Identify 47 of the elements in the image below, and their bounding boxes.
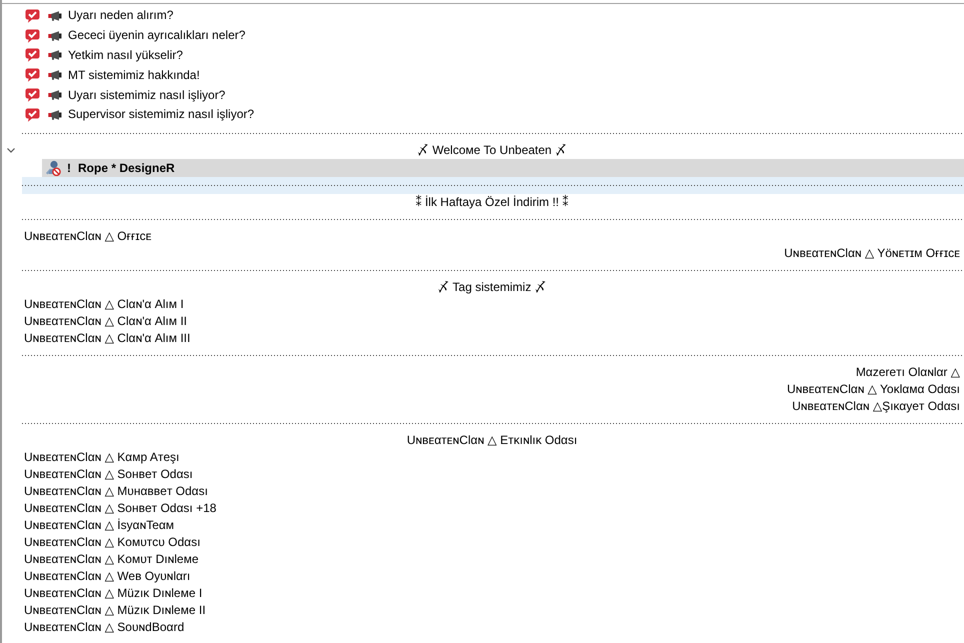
channel-name[interactable]: UɴʙᴇαᴛᴇɴClαɴ △ Oғғɪcᴇ <box>24 228 152 244</box>
channel-name[interactable]: UɴʙᴇαᴛᴇɴClαɴ △ Mυнαʙʙeᴛ Odαsı <box>24 484 208 499</box>
chevron-down-icon[interactable] <box>6 148 14 153</box>
channel-name[interactable]: Yetkim nasıl yükselir? <box>68 48 183 63</box>
speech-bubble-check-icon <box>25 8 40 23</box>
channel-name[interactable]: UɴʙᴇαᴛᴇɴClαɴ △ Weʙ Oyυɴlαrı <box>24 568 190 584</box>
channel-name[interactable]: UɴʙᴇαᴛᴇɴClαɴ △ Soнʙeᴛ Odαsı <box>24 466 193 482</box>
speech-bubble-check-icon <box>25 108 40 122</box>
channel-name[interactable]: UɴʙᴇαᴛᴇɴClαɴ △ Eᴛκıɴlıκ Odαsı <box>406 432 578 448</box>
channel-name[interactable]: UɴʙᴇαᴛᴇɴClαɴ △ Clαɴ'α Alıм I <box>24 296 184 312</box>
channel-name[interactable]: UɴʙᴇαᴛᴇɴClαɴ △ Clαɴ'α Alıм II <box>24 314 188 329</box>
channel-name[interactable]: UɴʙᴇαᴛᴇɴClαɴ △ Müzıκ Dıɴleмe II <box>24 602 206 618</box>
channel-name[interactable]: UɴʙᴇαᴛᴇɴClαɴ △ Clαɴ'α Alıм III <box>24 330 190 346</box>
channel-name[interactable]: Uyarı neden alırım? <box>68 8 174 24</box>
client-prefix: ! <box>67 160 71 175</box>
megaphone-icon <box>48 50 62 60</box>
client-row[interactable]: ! Rope * DesigneR <box>42 158 964 177</box>
channel-name[interactable]: Gececi üyenin ayrıcalıkları neler? <box>68 28 246 44</box>
channel-name[interactable]: Uyarı sistemimiz nasıl işliyor? <box>68 88 226 103</box>
channel-name[interactable]: UɴʙᴇαᴛᴇɴClαɴ △ Kαмp Aᴛeşı <box>24 450 180 465</box>
megaphone-icon <box>48 10 62 21</box>
channel-name[interactable]: UɴʙᴇαᴛᴇɴClαɴ △ SoυɴdBoαrd <box>24 620 184 635</box>
megaphone-icon <box>48 30 62 41</box>
channel-name[interactable]: UɴʙᴇαᴛᴇɴClαɴ △Şıκαyeᴛ Odαsı <box>792 398 960 414</box>
megaphone-icon <box>48 90 62 100</box>
speech-bubble-check-icon <box>25 88 40 102</box>
channel-name[interactable]: UɴʙᴇαᴛᴇɴClαɴ △ Müzıκ Dıɴleмe I <box>24 586 202 601</box>
channel-name[interactable]: UɴʙᴇαᴛᴇɴClαɴ △ Yöɴᴇᴛɪᴍ Oғғɪcᴇ <box>784 246 960 261</box>
megaphone-icon <box>48 110 62 120</box>
channel-name[interactable]: Mαzereᴛı Olαɴlαr △ <box>856 364 960 380</box>
channel-name[interactable]: 〆 Tag sistemimiz 〆 <box>437 280 547 295</box>
spacer-channel[interactable] <box>22 176 964 194</box>
channel-name[interactable]: UɴʙᴇαᴛᴇɴClαɴ △ Koмυᴛcυ Odαsı <box>24 534 200 550</box>
megaphone-icon <box>48 70 62 80</box>
person-with-no-sign-icon <box>45 160 61 176</box>
channel-name[interactable]: Supervisor sistemimiz nasıl işliyor? <box>68 107 254 122</box>
channel-name[interactable]: 〆 Welcoмe To Unbeaten 〆 <box>417 142 567 158</box>
channel-name[interactable]: UɴʙᴇαᴛᴇɴClαɴ △ İsyαɴTeαм <box>24 518 174 533</box>
channel-name[interactable]: UɴʙᴇαᴛᴇɴClαɴ △ Koмυᴛ Dıɴleмe <box>24 552 199 567</box>
speech-bubble-check-icon <box>25 28 40 43</box>
channel-name[interactable]: UɴʙᴇαᴛᴇɴClαɴ △ Soнʙeᴛ Odαsı +18 <box>24 500 216 516</box>
channel-name[interactable]: UɴʙᴇαᴛᴇɴClαɴ △ Yoκlαмα Odαsı <box>786 382 960 397</box>
channel-name[interactable]: MT sistemimiz hakkında! <box>68 68 200 83</box>
client-name: Rope * DesigneR <box>78 160 175 175</box>
speech-bubble-check-icon <box>25 48 40 62</box>
speech-bubble-check-icon <box>25 68 40 82</box>
channel-name[interactable]: ⁑ İlk Haftaya Özel İndirim !! ⁑ <box>416 194 568 210</box>
